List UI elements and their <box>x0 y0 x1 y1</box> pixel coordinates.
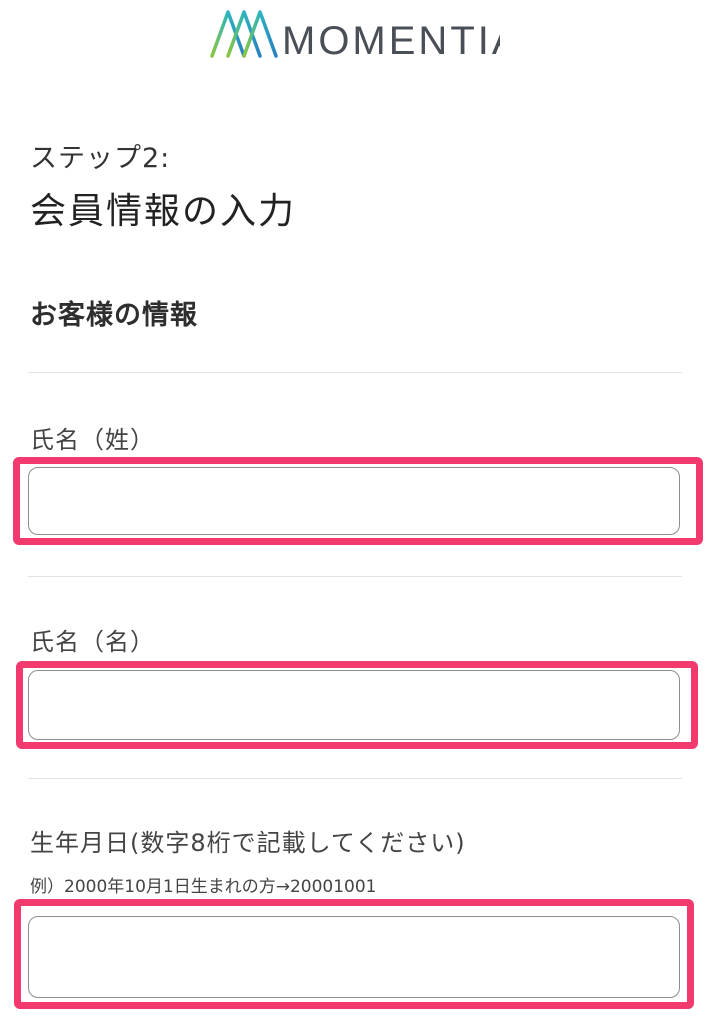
section-heading: お客様の情報 <box>30 300 198 331</box>
divider <box>28 778 682 779</box>
momentia-logo: MOMENTIA <box>208 6 500 62</box>
divider <box>28 372 682 373</box>
last-name-label: 氏名（姓） <box>30 426 155 454</box>
birthdate-hint: 例）2000年10月1日生まれの方→20001001 <box>30 877 377 897</box>
birthdate-input[interactable] <box>28 916 680 998</box>
page-title: 会員情報の入力 <box>30 191 297 232</box>
first-name-input[interactable] <box>28 670 680 740</box>
logo-mark-icon: MOMENTIA <box>210 10 500 62</box>
step-label: ステップ2: <box>30 143 171 174</box>
logo-text: MOMENTIA <box>282 19 500 62</box>
divider <box>28 576 682 577</box>
birthdate-label: 生年月日(数字8桁で記載してください) <box>30 829 466 857</box>
first-name-label: 氏名（名） <box>30 628 155 656</box>
last-name-input[interactable] <box>28 467 680 535</box>
